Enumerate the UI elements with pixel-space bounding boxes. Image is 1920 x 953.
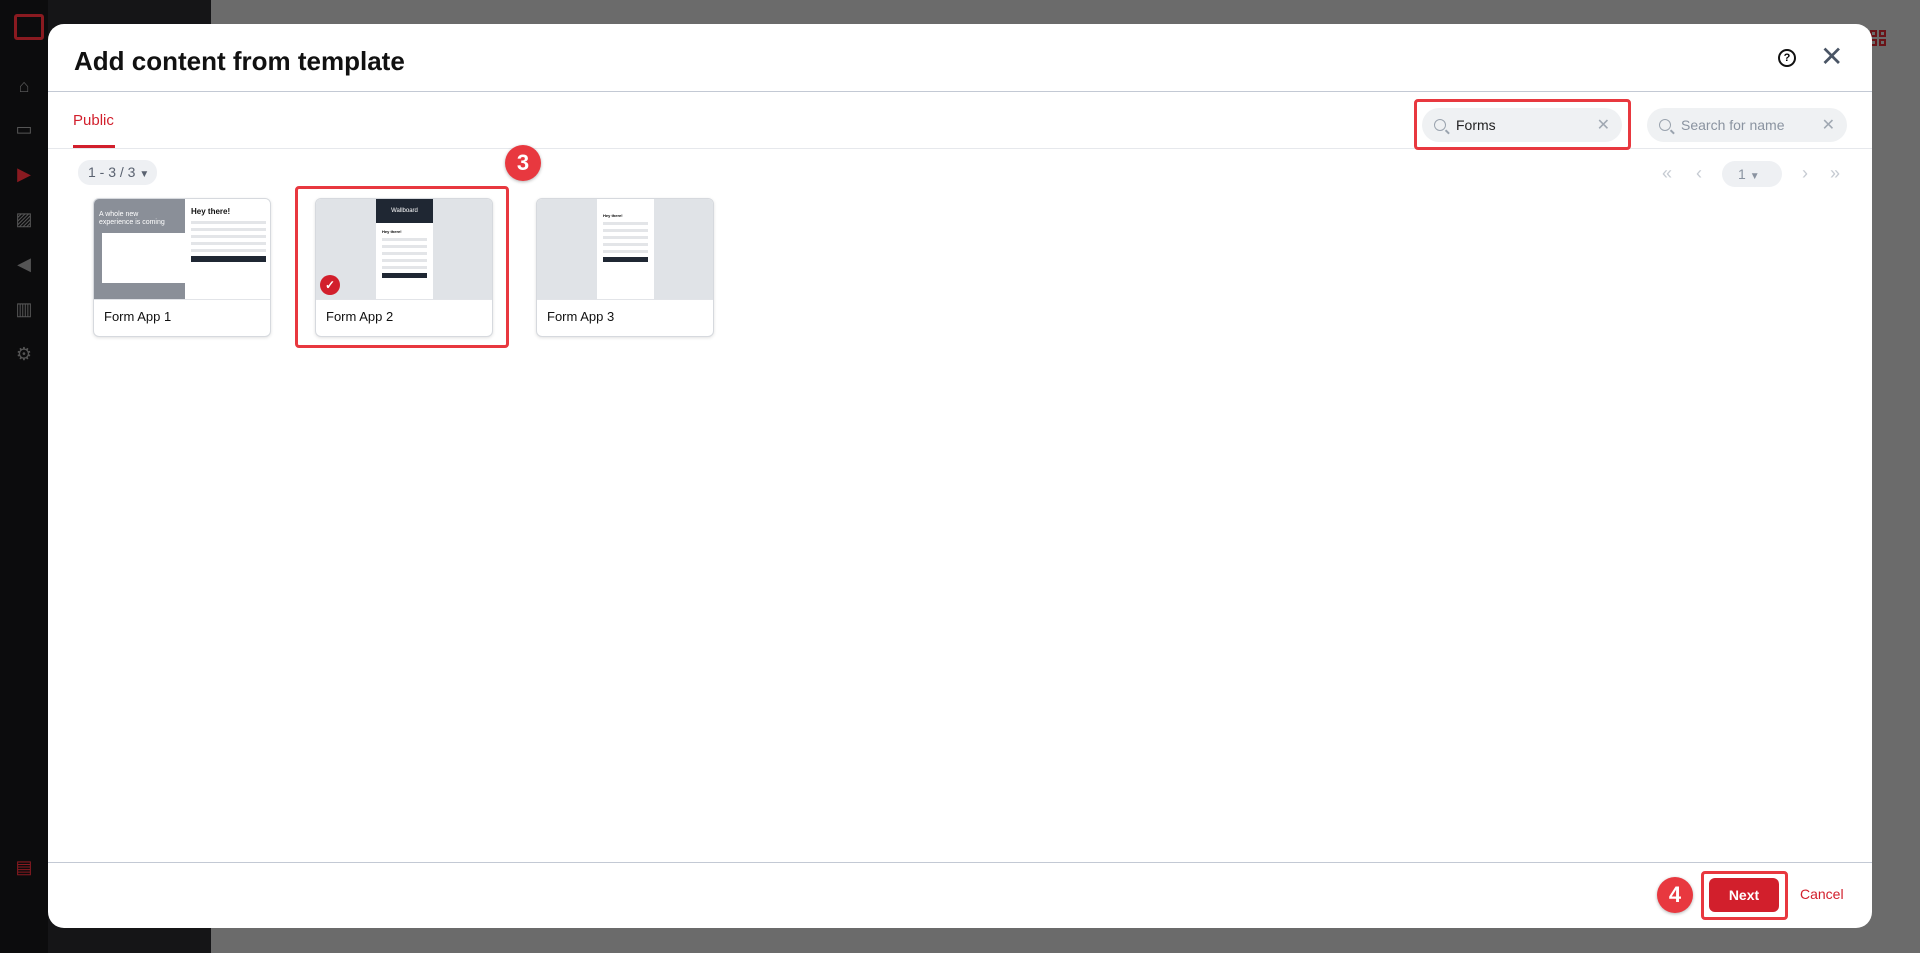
divider: [48, 91, 1872, 92]
gear-icon[interactable]: ⚙: [12, 342, 36, 366]
media-icon[interactable]: ▶: [12, 162, 36, 186]
step-highlight: [1414, 99, 1631, 150]
cancel-button[interactable]: Cancel: [1800, 886, 1844, 902]
template-name: Form App 3: [547, 309, 615, 324]
thumb-heading: A whole new experience is coming: [99, 211, 165, 226]
clear-icon[interactable]: ✕: [1822, 115, 1835, 135]
help-icon[interactable]: ?: [1778, 49, 1796, 67]
image-icon[interactable]: ▨: [12, 207, 36, 231]
modal-title: Add content from template: [74, 46, 405, 76]
step-badge: 3: [505, 145, 541, 181]
tab-public[interactable]: Public: [73, 112, 114, 129]
chevron-down-icon: ▼: [1749, 171, 1760, 182]
result-count-dropdown[interactable]: 1 - 3 / 3 ▼: [78, 160, 157, 185]
monitor-icon[interactable]: ▭: [12, 117, 36, 141]
next-page-icon[interactable]: ›: [1802, 163, 1808, 184]
close-icon[interactable]: ✕: [1820, 42, 1843, 72]
chevron-down-icon: ▼: [139, 169, 150, 180]
step-highlight: [295, 186, 509, 348]
search-icon: [1659, 119, 1671, 131]
first-page-icon[interactable]: «: [1662, 163, 1672, 184]
home-icon[interactable]: ⌂: [12, 74, 36, 98]
template-card[interactable]: Hey there! Form App 3: [536, 198, 714, 337]
apps-grid-icon[interactable]: [1870, 30, 1886, 46]
name-search-placeholder: Search for name: [1681, 117, 1785, 133]
result-count: 1 - 3 / 3: [88, 164, 136, 180]
template-name: Form App 1: [104, 309, 172, 324]
current-page: 1: [1738, 166, 1746, 182]
template-card[interactable]: A whole new experience is coming Hey the…: [93, 198, 271, 337]
template-thumbnail: Hey there!: [537, 199, 713, 300]
prev-page-icon[interactable]: ‹: [1696, 163, 1702, 184]
thumb-form-title: Hey there!: [603, 213, 623, 218]
step-badge: 4: [1657, 877, 1693, 913]
footer-divider: [48, 862, 1872, 863]
sidebar-strip: [0, 0, 48, 953]
name-search-input[interactable]: Search for name ✕: [1647, 108, 1847, 142]
page-select[interactable]: 1 ▼: [1722, 161, 1782, 187]
bottom-app-icon[interactable]: ▤: [12, 855, 36, 879]
chart-icon[interactable]: ▥: [12, 297, 36, 321]
last-page-icon[interactable]: »: [1830, 163, 1840, 184]
template-thumbnail: A whole new experience is coming Hey the…: [94, 199, 270, 300]
app-logo: [14, 14, 44, 40]
step-highlight: [1701, 871, 1788, 920]
thumb-form-title: Hey there!: [191, 207, 231, 216]
megaphone-icon[interactable]: ◀: [12, 252, 36, 276]
add-content-modal: Add content from template ? ✕ Public For…: [48, 24, 1872, 928]
